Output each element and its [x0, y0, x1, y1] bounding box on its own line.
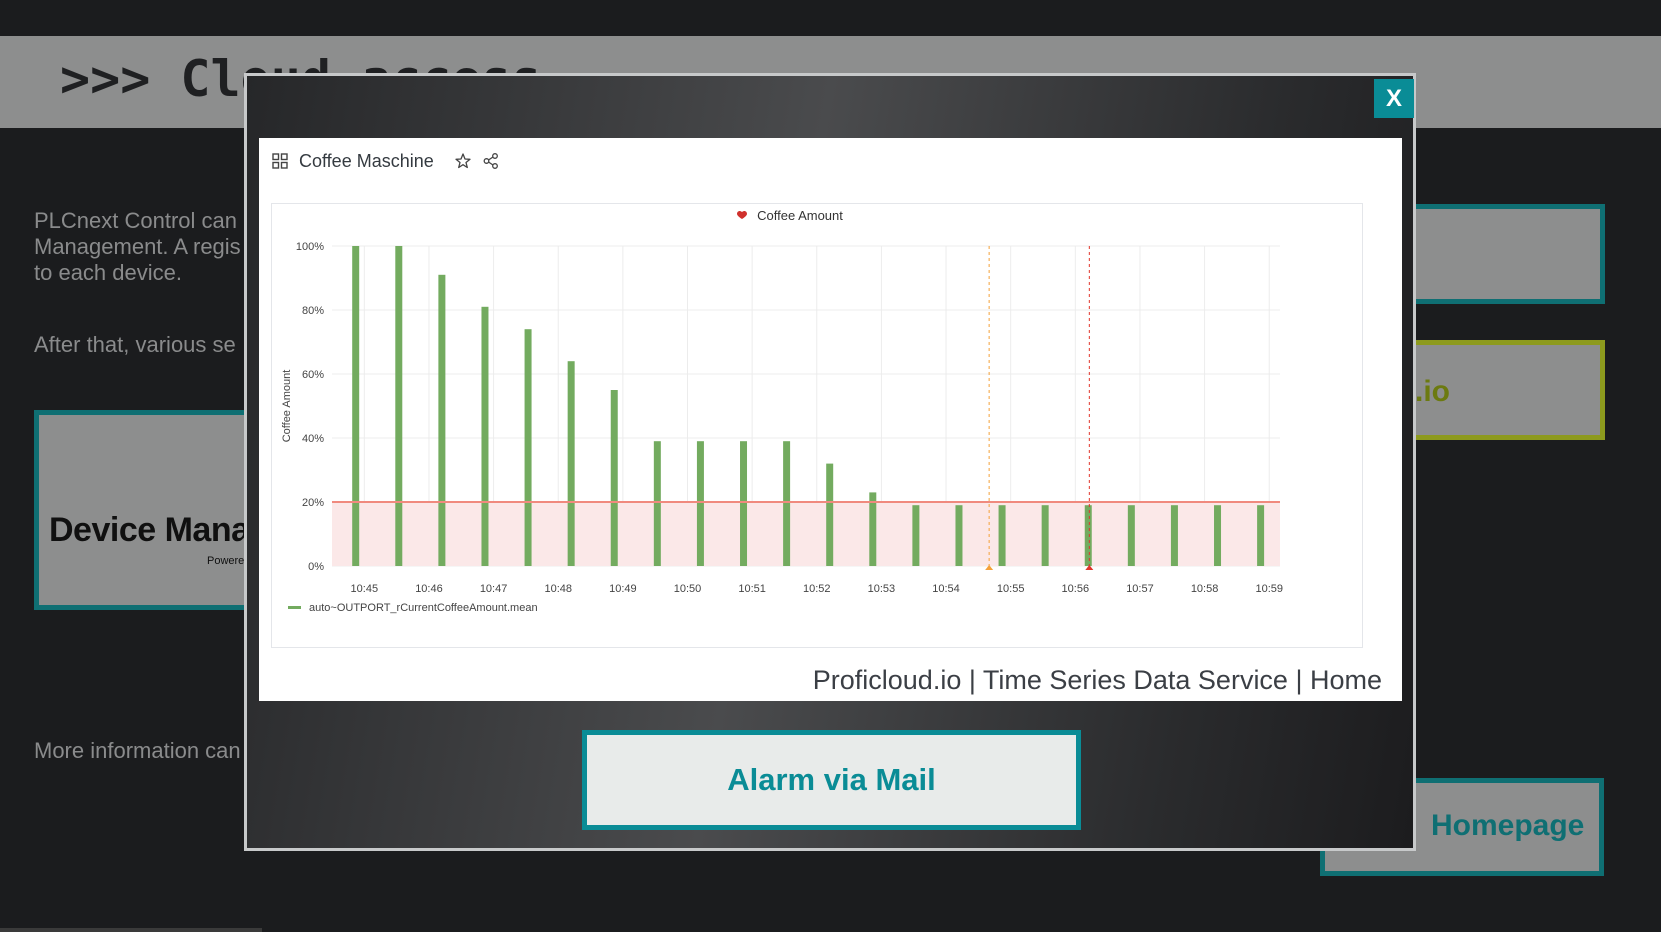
chart-bar: [1214, 505, 1222, 566]
alarm-via-mail-button[interactable]: Alarm via Mail: [582, 730, 1081, 830]
heart-icon: [737, 210, 747, 219]
close-button[interactable]: X: [1374, 79, 1414, 118]
dashboard-header: Coffee Maschine: [271, 150, 500, 172]
threshold-region: [332, 502, 1280, 566]
chart-bar: [395, 246, 403, 566]
more-info-paragraph: More information can: [34, 738, 241, 763]
chart-bar: [1084, 505, 1092, 566]
chart-panel: 0% 20% 40% 60% 80% 100% 10:45 10:46 10:47 10:48 10…: [271, 203, 1363, 648]
x-tick-label: 10:48: [544, 583, 572, 595]
chart-bar: [783, 441, 791, 566]
x-tick-label: 10:53: [868, 583, 896, 595]
y-tick-label: 100%: [296, 241, 324, 253]
y-tick-label: 0%: [308, 561, 324, 573]
legend-label: auto~OUTPORT_rCurrentCoffeeAmount.mean: [309, 602, 538, 614]
y-tick-label: 40%: [302, 433, 324, 445]
star-icon: [455, 153, 471, 169]
services-paragraph: After that, various se: [34, 332, 236, 357]
chart-bar: [610, 390, 618, 566]
proficloud-button-label: .io: [1415, 375, 1450, 408]
coffee-amount-chart: 0% 20% 40% 60% 80% 100% 10:45 10:46 10:47 10:48 10…: [281, 208, 1283, 614]
chart-bar: [955, 505, 963, 566]
x-tick-label: 10:45: [351, 583, 379, 595]
x-tick-label: 10:47: [480, 583, 508, 595]
intro-paragraph: PLCnext Control can Management. A regis …: [34, 208, 241, 285]
device-management-card[interactable]: Device Mana Powered: [34, 410, 274, 610]
divider: [0, 928, 262, 932]
chart-bar: [653, 441, 661, 566]
chart-bar: [912, 505, 920, 566]
chart-bar: [438, 274, 446, 566]
x-tick-label: 10:58: [1191, 583, 1219, 595]
chart-bar: [352, 246, 360, 566]
y-tick-label: 60%: [302, 369, 324, 381]
y-tick-label: 20%: [302, 497, 324, 509]
legend-swatch: [288, 606, 301, 609]
dashboard-grid-icon: [272, 153, 288, 169]
lightbox-modal: X Coffee Maschine 0% 20% 40% 60% 80% 100%: [244, 73, 1416, 851]
chart-bar: [524, 329, 532, 566]
x-tick-label: 10:46: [415, 583, 443, 595]
chart-bar: [1257, 505, 1265, 566]
proficloud-footer-link: Proficloud.io | Time Series Data Service…: [812, 665, 1382, 695]
embedded-dashboard-image: Coffee Maschine 0% 20% 40% 60% 80% 100% 10:45 1…: [259, 138, 1402, 701]
chart-title: Coffee Amount: [757, 208, 843, 223]
chart-bar: [481, 306, 489, 566]
x-tick-label: 10:55: [997, 583, 1025, 595]
y-tick-label: 80%: [302, 305, 324, 317]
x-tick-label: 10:51: [738, 583, 766, 595]
dashboard-title: Coffee Maschine: [299, 150, 434, 171]
x-tick-label: 10:57: [1126, 583, 1154, 595]
x-tick-label: 10:52: [803, 583, 831, 595]
y-axis-label: Coffee Amount: [281, 370, 293, 443]
chart-bar: [1170, 505, 1178, 566]
chart-bar: [696, 441, 704, 566]
chart-bar: [1127, 505, 1135, 566]
chart-bar: [1041, 505, 1049, 566]
x-tick-label: 10:50: [674, 583, 702, 595]
chart-bar: [998, 505, 1006, 566]
x-tick-label: 10:49: [609, 583, 637, 595]
chart-bar: [567, 361, 575, 566]
device-management-logo-text: Device Mana: [49, 511, 250, 549]
homepage-button-label: Homepage: [1431, 809, 1585, 842]
x-tick-label: 10:59: [1255, 583, 1283, 595]
chart-bar: [869, 492, 877, 566]
chart-bar: [740, 441, 748, 566]
share-icon: [483, 153, 498, 169]
x-tick-label: 10:54: [932, 583, 960, 595]
x-tick-label: 10:56: [1062, 583, 1090, 595]
chart-bar: [826, 463, 834, 566]
